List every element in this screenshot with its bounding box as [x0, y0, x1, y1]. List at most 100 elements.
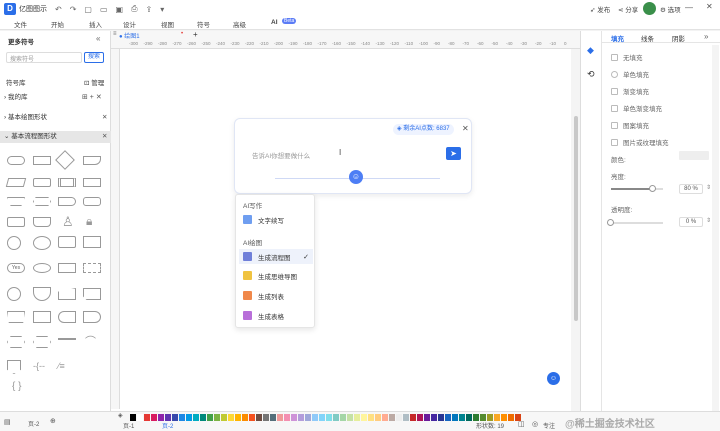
menu-insert[interactable]: 插入: [89, 19, 102, 29]
more-icon[interactable]: ▾: [160, 5, 164, 14]
menu-view[interactable]: 视图: [161, 19, 174, 29]
shape-square[interactable]: [83, 236, 101, 248]
color-swatch[interactable]: [382, 414, 388, 421]
color-swatch[interactable]: [249, 414, 255, 421]
fill-solid-gradient-option[interactable]: 单色渐变填充: [611, 103, 662, 113]
menu-design[interactable]: 设计: [123, 19, 136, 29]
tab-shadow[interactable]: 阴影: [672, 33, 685, 43]
focus-mode[interactable]: 专注: [543, 421, 555, 430]
color-swatch[interactable]: [473, 414, 479, 421]
menu-advanced[interactable]: 高级: [233, 19, 246, 29]
menu-ai[interactable]: AI: [271, 19, 278, 26]
shape-circle[interactable]: [7, 236, 21, 250]
brightness-knob[interactable]: [648, 185, 656, 192]
color-swatch[interactable]: [144, 414, 150, 421]
checkbox[interactable]: [611, 121, 618, 129]
annotation-icon[interactable]: -{--: [33, 361, 45, 371]
color-swatch[interactable]: [214, 414, 220, 421]
collapse-right-icon[interactable]: »: [704, 32, 708, 41]
shape-box[interactable]: [58, 263, 76, 273]
symbol-search-button[interactable]: 搜索: [84, 52, 104, 63]
color-swatch[interactable]: [137, 414, 143, 421]
color-swatch[interactable]: [291, 414, 297, 421]
ai-send-button[interactable]: ➤: [446, 147, 461, 160]
color-swatch[interactable]: [263, 414, 269, 421]
shape-predefined[interactable]: [58, 178, 76, 187]
shape-card[interactable]: [7, 217, 25, 227]
page-tab-1[interactable]: 页-1: [123, 421, 134, 430]
shape-delay[interactable]: [58, 197, 76, 206]
transparency-value[interactable]: 0 %: [679, 217, 703, 227]
close-icon[interactable]: ✕: [462, 124, 469, 133]
options-button[interactable]: ⚙ 选项: [660, 4, 681, 14]
menu-home[interactable]: 开始: [51, 19, 64, 29]
color-swatch[interactable]: [305, 414, 311, 421]
color-swatch[interactable]: [368, 414, 374, 421]
shape-ellipse[interactable]: [33, 236, 51, 250]
color-swatch[interactable]: [410, 414, 416, 421]
shape-punched[interactable]: [83, 288, 101, 300]
library-basic-drawing[interactable]: › 基本绘图形状 ✕: [0, 112, 111, 124]
color-swatch[interactable]: [256, 414, 262, 421]
color-swatch[interactable]: [333, 414, 339, 421]
layers-icon[interactable]: ◫: [518, 420, 525, 428]
tab-fill[interactable]: 填充: [611, 33, 624, 43]
publish-button[interactable]: ➶ 发布: [590, 4, 610, 14]
radio[interactable]: [611, 70, 618, 78]
shape-connector[interactable]: [7, 287, 21, 301]
collapse-panel-icon[interactable]: «: [96, 34, 100, 43]
right-scrollbar[interactable]: [712, 45, 719, 411]
shape-direct-data[interactable]: [83, 311, 101, 323]
color-swatch[interactable]: [158, 414, 164, 421]
minimize-icon[interactable]: —: [685, 3, 693, 12]
shape-display[interactable]: [83, 197, 101, 206]
menu-item-list[interactable]: 生成列表: [239, 288, 313, 303]
color-swatch[interactable]: [228, 414, 234, 421]
fill-color-icon[interactable]: ◈: [118, 412, 123, 419]
color-swatch[interactable]: [361, 414, 367, 421]
shape-stored-data[interactable]: [58, 311, 76, 323]
shape-process[interactable]: [33, 156, 51, 165]
shape-tape[interactable]: [33, 217, 51, 227]
shape-cylinder[interactable]: [33, 263, 51, 273]
color-swatch[interactable]: [165, 414, 171, 421]
color-swatch[interactable]: [679, 151, 709, 160]
color-swatch[interactable]: [389, 414, 395, 421]
redo-icon[interactable]: ↷: [70, 5, 77, 14]
close-window-icon[interactable]: ✕: [706, 2, 713, 11]
color-swatch[interactable]: [466, 414, 472, 421]
shape-manual-op[interactable]: [7, 197, 25, 206]
shape-internal-storage[interactable]: [83, 178, 101, 187]
canvas-area[interactable]: ≡ ● 绘图1 • + -300 -290 -280 -270 -260 -250 -240…: [111, 30, 580, 411]
checkbox[interactable]: [611, 138, 618, 146]
current-page[interactable]: 页-2: [28, 419, 39, 428]
color-swatch[interactable]: [193, 414, 199, 421]
color-swatch[interactable]: [494, 414, 500, 421]
menu-symbols[interactable]: 符号: [197, 19, 210, 29]
color-swatch[interactable]: [452, 414, 458, 421]
color-swatch[interactable]: [403, 414, 409, 421]
add-tab-icon[interactable]: +: [193, 30, 198, 39]
tab-drawing1[interactable]: ● 绘图1: [119, 31, 140, 40]
shape-trapezoid[interactable]: [7, 311, 25, 323]
color-swatch[interactable]: [347, 414, 353, 421]
shape-dashed[interactable]: [83, 263, 101, 273]
color-swatch[interactable]: [179, 414, 185, 421]
history-icon[interactable]: ⟲: [587, 69, 595, 80]
brace-icon[interactable]: { }: [12, 381, 21, 392]
fill-pattern-option[interactable]: 图案填充: [611, 120, 649, 130]
shape-pentagon[interactable]: [7, 360, 21, 374]
library-basic-flowchart[interactable]: ⌄ 基本流程图形状 ✕: [0, 131, 111, 143]
vertical-scroll-thumb[interactable]: [574, 116, 578, 321]
open-folder-icon[interactable]: ▭: [100, 5, 108, 14]
brightness-value[interactable]: 80 %: [679, 184, 703, 194]
page-list-icon[interactable]: ▤: [4, 418, 11, 426]
color-swatch[interactable]: [207, 414, 213, 421]
ai-assistant-button[interactable]: ☺: [547, 372, 560, 385]
spin-icon[interactable]: ⇕: [706, 217, 711, 224]
comment-icon[interactable]: ⁄≡: [58, 361, 65, 371]
color-swatch[interactable]: [312, 414, 318, 421]
panel-title[interactable]: 更多符号: [8, 36, 34, 46]
page-tab-2[interactable]: 页-2: [162, 421, 173, 430]
color-swatch[interactable]: [221, 414, 227, 421]
